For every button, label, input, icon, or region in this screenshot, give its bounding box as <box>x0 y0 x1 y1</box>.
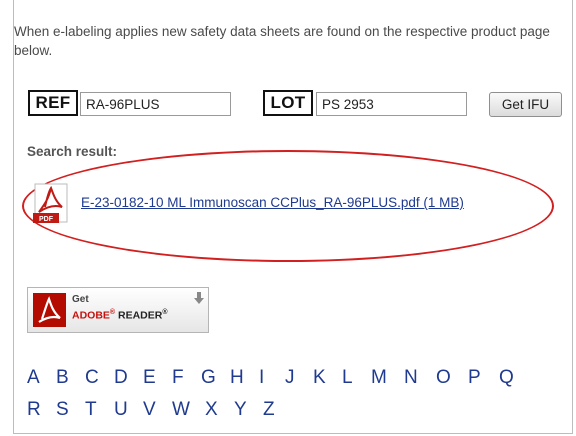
alpha-letter[interactable]: L <box>342 367 371 389</box>
pdf-icon[interactable]: PDF <box>29 182 73 226</box>
alpha-letter[interactable]: Z <box>263 399 292 421</box>
alpha-letter[interactable]: Y <box>234 399 263 421</box>
alpha-letter[interactable]: X <box>205 399 234 421</box>
lot-symbol: LOT <box>263 90 313 116</box>
get-adobe-reader-button[interactable]: Get ADOBE® READER® <box>27 287 209 333</box>
get-ifu-button[interactable]: Get IFU <box>489 92 562 117</box>
alpha-letter[interactable]: M <box>371 367 404 389</box>
search-result-label: Search result: <box>27 144 118 159</box>
alpha-letter[interactable]: J <box>285 367 313 389</box>
adobe-logo-icon <box>33 293 66 327</box>
alpha-letter[interactable]: P <box>468 367 499 389</box>
alpha-letter[interactable]: K <box>313 367 342 389</box>
intro-text: When e-labeling applies new safety data … <box>14 24 550 58</box>
alpha-letter[interactable]: O <box>436 367 468 389</box>
alpha-letter[interactable]: T <box>85 399 114 421</box>
alpha-letter[interactable]: H <box>230 367 259 389</box>
alpha-letter[interactable]: R <box>27 399 56 421</box>
alpha-letter[interactable]: C <box>85 367 114 389</box>
alpha-letter[interactable]: V <box>143 399 172 421</box>
alpha-letter[interactable]: F <box>172 367 201 389</box>
alpha-letter[interactable]: B <box>56 367 85 389</box>
alpha-letter[interactable]: A <box>27 367 56 389</box>
pdf-icon-caption: PDF <box>39 216 54 223</box>
ref-symbol: REF <box>28 90 78 116</box>
alphabet-row-2: R S T U V W X Y Z <box>27 399 567 421</box>
alpha-letter[interactable]: S <box>56 399 85 421</box>
lot-input[interactable] <box>316 92 467 116</box>
adobe-get-label: Get <box>72 294 89 305</box>
alpha-letter[interactable]: G <box>201 367 230 389</box>
alpha-letter[interactable]: D <box>114 367 143 389</box>
result-file-link[interactable]: E-23-0182-10 ML Immunoscan CCPlus_RA-96P… <box>81 195 464 210</box>
adobe-reader-label: ADOBE® READER® <box>72 309 168 322</box>
alpha-letter[interactable]: N <box>404 367 436 389</box>
alpha-letter[interactable]: U <box>114 399 143 421</box>
alpha-letter[interactable]: I <box>259 367 285 389</box>
download-arrow-icon <box>194 292 204 304</box>
alpha-letter[interactable]: Q <box>499 367 528 389</box>
alphabet-row-1: A B C D E F G H I J K L M N O P Q <box>27 367 567 389</box>
ref-input[interactable] <box>80 92 231 116</box>
alpha-letter[interactable]: E <box>143 367 172 389</box>
alpha-letter[interactable]: W <box>172 399 205 421</box>
